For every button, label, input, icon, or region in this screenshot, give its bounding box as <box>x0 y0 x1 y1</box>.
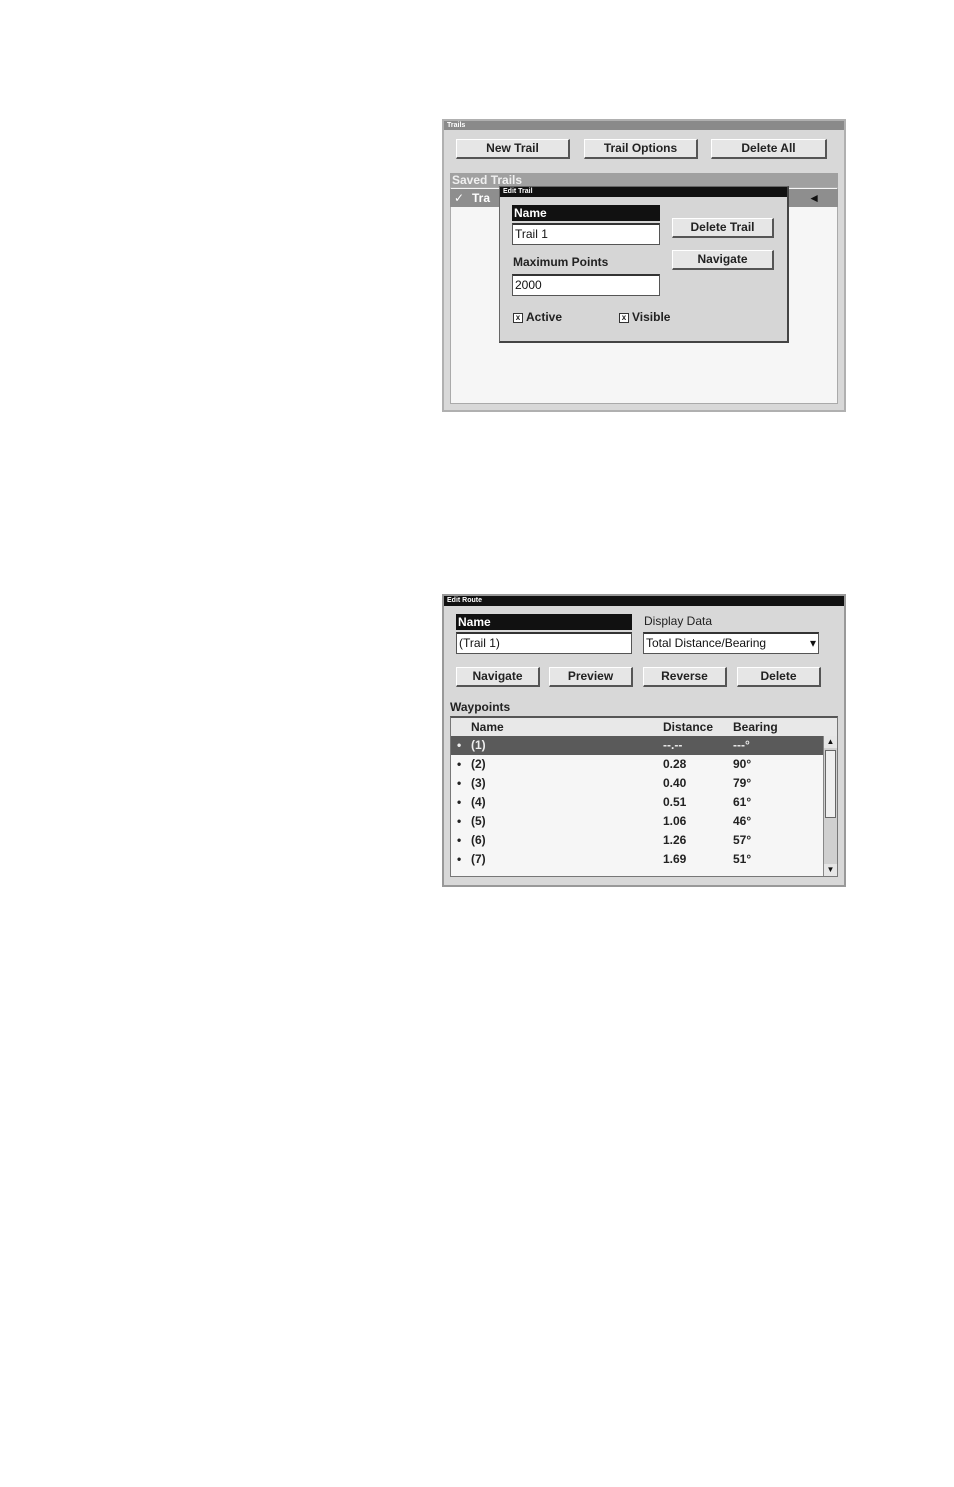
table-row[interactable]: • (4) 0.51 61° <box>451 793 823 812</box>
edit-trail-dialog: Edit Trail Name Trail 1 Maximum Points 2… <box>499 186 789 343</box>
bullet-icon: • <box>457 738 462 752</box>
waypoint-distance: 0.40 <box>663 776 687 790</box>
waypoint-name: (1) <box>471 738 486 752</box>
edit-route-title: Edit Route <box>444 596 844 606</box>
table-row[interactable]: • (5) 1.06 46° <box>451 812 823 831</box>
saved-trails-label: Saved Trails <box>452 173 523 187</box>
active-checkbox[interactable]: x Active <box>513 310 562 324</box>
waypoints-label: Waypoints <box>450 700 511 714</box>
waypoint-distance: 1.06 <box>663 814 687 828</box>
trails-window-title: Trails <box>444 121 844 130</box>
check-icon: ✓ <box>454 191 465 205</box>
waypoints-table: Name Distance Bearing • (1) --.-- ---° • (2) 0… <box>450 716 838 877</box>
trail-name-label: Name <box>512 205 660 221</box>
delete-all-button[interactable]: Delete All <box>711 139 827 159</box>
bullet-icon: • <box>457 852 462 866</box>
table-row[interactable]: • (6) 1.26 57° <box>451 831 823 850</box>
waypoint-bearing: 61° <box>733 795 752 809</box>
display-data-label: Display Data <box>644 614 713 628</box>
table-row[interactable]: • (7) 1.69 51° <box>451 850 823 869</box>
visible-label: Visible <box>632 310 671 324</box>
route-name-label: Name <box>456 614 632 630</box>
new-trail-button[interactable]: New Trail <box>456 139 570 159</box>
checkbox-box-icon: x <box>619 312 629 323</box>
waypoint-name: (4) <box>471 795 486 809</box>
waypoint-name: (5) <box>471 814 486 828</box>
arrow-left-icon: ◄ <box>808 191 820 205</box>
waypoint-distance: 0.51 <box>663 795 687 809</box>
waypoint-name: (2) <box>471 757 486 771</box>
saved-trails-header: Saved Trails <box>450 173 838 187</box>
scroll-thumb[interactable] <box>825 750 836 818</box>
rows-container: • (1) --.-- ---° • (2) 0.28 90° • (3) 0.40 79° • (4) 0… <box>451 736 837 876</box>
navigate-trail-button[interactable]: Navigate <box>672 250 774 270</box>
table-row[interactable]: • (1) --.-- ---° <box>451 736 823 755</box>
bullet-icon: • <box>457 814 462 828</box>
display-data-value: Total Distance/Bearing <box>646 636 767 650</box>
display-data-select[interactable]: Total Distance/Bearing ▾ <box>643 632 819 654</box>
trail-options-button[interactable]: Trail Options <box>584 139 698 159</box>
route-name-field[interactable]: (Trail 1) <box>456 632 632 654</box>
edit-route-window: Edit Route Name (Trail 1) Display Data T… <box>442 594 846 887</box>
bullet-icon: • <box>457 795 462 809</box>
max-points-field[interactable]: 2000 <box>512 274 660 296</box>
scrollbar[interactable]: ▲ ▼ <box>823 736 837 876</box>
waypoint-bearing: 46° <box>733 814 752 828</box>
trails-window: Trails New Trail Trail Options Delete Al… <box>442 119 846 412</box>
visible-checkbox[interactable]: x Visible <box>619 310 670 324</box>
table-row[interactable]: • (2) 0.28 90° <box>451 755 823 774</box>
waypoint-distance: --.-- <box>663 738 683 752</box>
waypoint-bearing: 51° <box>733 852 752 866</box>
bullet-icon: • <box>457 757 462 771</box>
table-header: Name Distance Bearing <box>451 718 837 736</box>
waypoint-name: (7) <box>471 852 486 866</box>
reverse-button[interactable]: Reverse <box>643 667 727 687</box>
column-header-name[interactable]: Name <box>471 718 504 736</box>
table-row[interactable]: • (3) 0.40 79° <box>451 774 823 793</box>
trail-item-label: Tra <box>472 191 491 205</box>
waypoint-distance: 0.28 <box>663 757 687 771</box>
bullet-icon: • <box>457 776 462 790</box>
column-header-distance[interactable]: Distance <box>663 718 713 736</box>
scroll-down-button[interactable]: ▼ <box>824 864 837 876</box>
waypoint-name: (6) <box>471 833 486 847</box>
edit-trail-title: Edit Trail <box>500 187 787 197</box>
delete-trail-button[interactable]: Delete Trail <box>672 218 774 238</box>
scroll-up-button[interactable]: ▲ <box>824 736 837 748</box>
navigate-button[interactable]: Navigate <box>456 667 540 687</box>
waypoint-bearing: 90° <box>733 757 752 771</box>
waypoint-name: (3) <box>471 776 486 790</box>
delete-button[interactable]: Delete <box>737 667 821 687</box>
bullet-icon: • <box>457 833 462 847</box>
checkbox-box-icon: x <box>513 312 523 323</box>
waypoint-bearing: 79° <box>733 776 752 790</box>
waypoint-bearing: 57° <box>733 833 752 847</box>
waypoint-distance: 1.69 <box>663 852 687 866</box>
active-label: Active <box>526 310 563 324</box>
trail-name-field[interactable]: Trail 1 <box>512 223 660 245</box>
waypoint-distance: 1.26 <box>663 833 687 847</box>
column-header-bearing[interactable]: Bearing <box>733 718 778 736</box>
max-points-label: Maximum Points <box>513 255 609 269</box>
preview-button[interactable]: Preview <box>549 667 633 687</box>
chevron-down-icon: ▾ <box>809 636 816 650</box>
waypoint-bearing: ---° <box>733 738 750 752</box>
